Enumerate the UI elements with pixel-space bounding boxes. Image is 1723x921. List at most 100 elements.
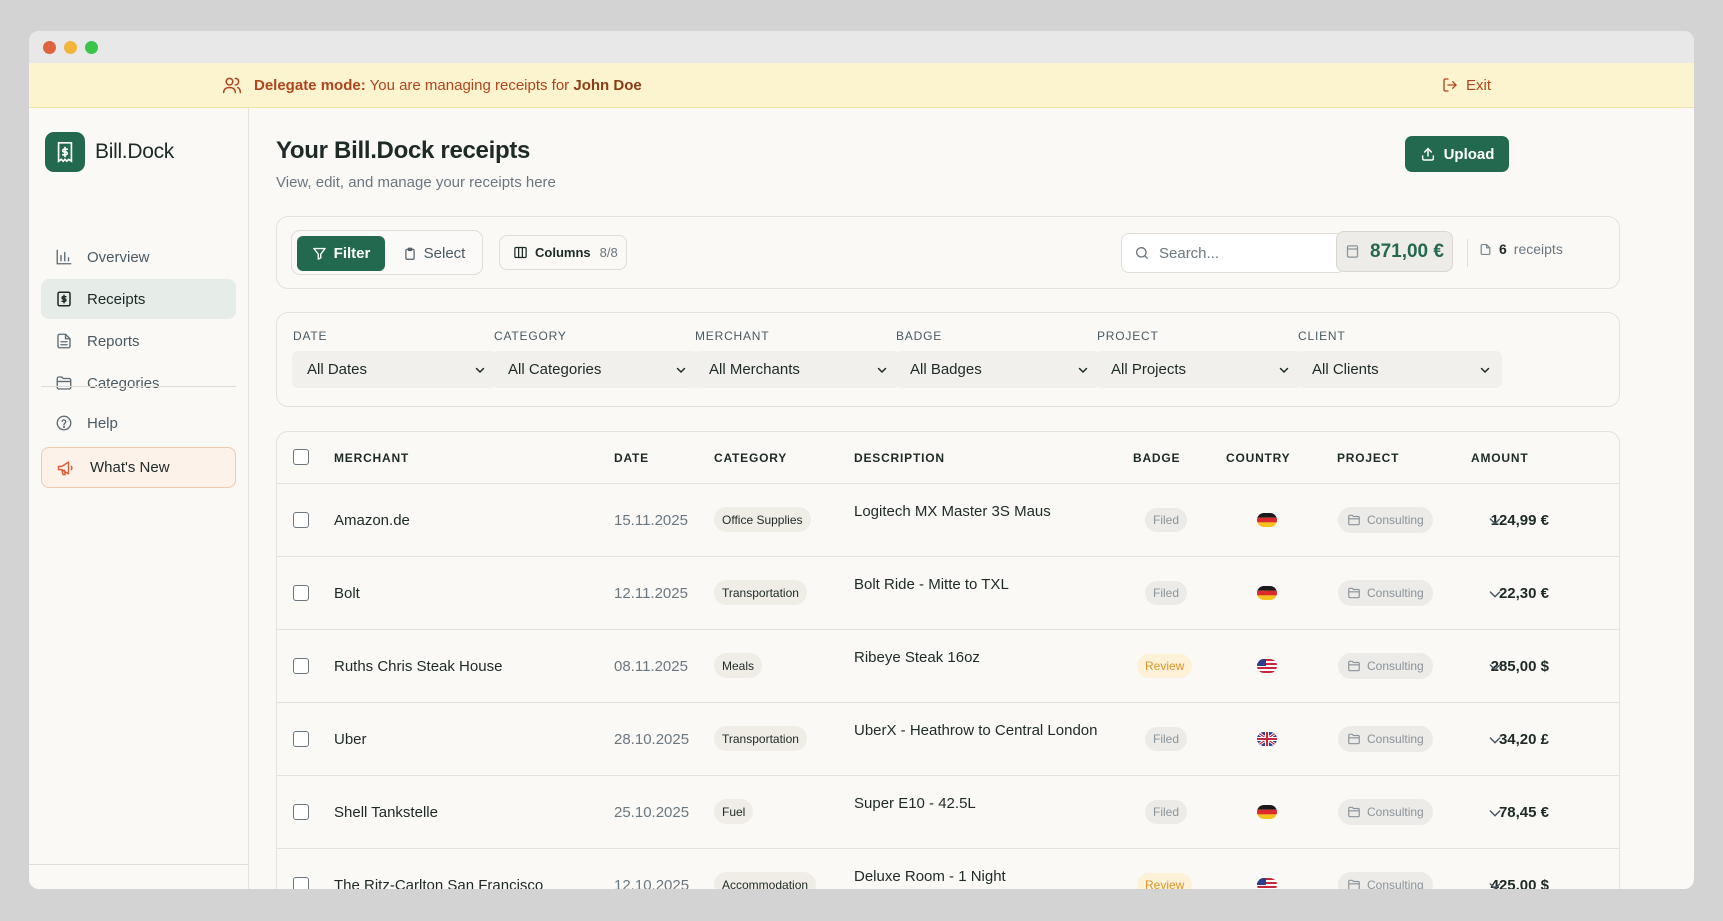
expand-row-chevron-icon[interactable] <box>1487 805 1503 821</box>
date-select-value: All Dates <box>307 361 368 378</box>
row-project: Consulting <box>1338 653 1433 679</box>
badge-select[interactable]: All Badges <box>895 351 1100 388</box>
flag-de-icon <box>1257 805 1277 819</box>
category-select-value: All Categories <box>508 361 602 378</box>
columns-button[interactable]: Columns 8/8 <box>499 235 627 270</box>
select-all-checkbox[interactable] <box>293 449 309 465</box>
row-merchant: Shell Tankstelle <box>334 804 438 821</box>
chevron-down-icon <box>1279 367 1289 373</box>
column-header-project[interactable]: PROJECT <box>1337 451 1399 465</box>
brand[interactable]: Bill.Dock <box>45 132 174 172</box>
maximize-window-button[interactable] <box>85 40 98 54</box>
flag-us-icon <box>1257 659 1277 673</box>
filter-panel: DATE All Dates CATEGORY All Categories M… <box>276 312 1620 407</box>
delegate-banner: Delegate mode: You are managing receipts… <box>29 63 1694 108</box>
expand-row-chevron-icon[interactable] <box>1487 732 1503 748</box>
row-checkbox[interactable] <box>293 731 309 747</box>
date-select[interactable]: All Dates <box>292 351 497 388</box>
project-select[interactable]: All Projects <box>1096 351 1301 388</box>
table-row[interactable]: Ruths Chris Steak House 08.11.2025 Meals… <box>277 630 1619 703</box>
column-header-country[interactable]: COUNTRY <box>1226 451 1291 465</box>
column-header-merchant[interactable]: MERCHANT <box>334 451 409 465</box>
select-label: Select <box>423 245 466 262</box>
table-row[interactable]: Bolt 12.11.2025 Transportation Bolt Ride… <box>277 557 1619 630</box>
category-select[interactable]: All Categories <box>493 351 698 388</box>
column-header-badge[interactable]: BADGE <box>1133 451 1180 465</box>
total-amount: 871,00 € <box>1336 231 1453 272</box>
flag-gb-icon <box>1257 732 1277 746</box>
receipts-table: MERCHANT DATE CATEGORY DESCRIPTION BADGE… <box>276 431 1620 889</box>
row-project-label: Consulting <box>1367 878 1424 889</box>
flag-de-icon <box>1257 513 1277 527</box>
row-project-label: Consulting <box>1367 586 1424 600</box>
folder-icon <box>1348 879 1360 889</box>
upload-button[interactable]: Upload <box>1405 136 1509 172</box>
expand-row-chevron-icon[interactable] <box>1487 513 1503 529</box>
filter-button[interactable]: Filter <box>297 236 385 271</box>
column-header-description[interactable]: DESCRIPTION <box>854 451 945 465</box>
column-header-amount[interactable]: AMOUNT <box>1471 451 1528 465</box>
filter-label: BADGE <box>896 329 943 343</box>
row-checkbox[interactable] <box>293 877 309 889</box>
sidebar-item-overview[interactable]: Overview <box>41 237 236 277</box>
table-row[interactable]: Uber 28.10.2025 Transportation UberX - H… <box>277 703 1619 776</box>
row-project-label: Consulting <box>1367 805 1424 819</box>
sidebar-item-receipts[interactable]: Receipts <box>41 279 236 319</box>
exit-delegate-button[interactable]: Exit <box>1442 77 1491 94</box>
client-select[interactable]: All Clients <box>1297 351 1502 388</box>
merchant-select[interactable]: All Merchants <box>694 351 899 388</box>
row-category: Office Supplies <box>714 507 811 532</box>
expand-row-chevron-icon[interactable] <box>1487 878 1503 889</box>
sidebar-item-help[interactable]: Help <box>41 403 236 443</box>
column-header-category[interactable]: CATEGORY <box>714 451 787 465</box>
sidebar-item-categories[interactable]: Categories <box>41 363 236 403</box>
row-date: 12.10.2025 <box>614 877 690 889</box>
file-icon <box>1480 243 1491 255</box>
filter-label: DATE <box>293 329 328 343</box>
row-date: 28.10.2025 <box>614 731 690 748</box>
row-checkbox[interactable] <box>293 512 309 528</box>
flag-us-icon <box>1257 878 1277 889</box>
filter-badge: BADGE All Badges <box>895 329 1100 388</box>
row-badge: Filed <box>1145 800 1188 824</box>
row-checkbox[interactable] <box>293 658 309 674</box>
row-project-label: Consulting <box>1367 659 1424 673</box>
page-subtitle: View, edit, and manage your receipts her… <box>276 174 556 191</box>
users-icon <box>222 77 242 94</box>
sidebar-item-reports[interactable]: Reports <box>41 321 236 361</box>
filter-label: CLIENT <box>1298 329 1346 343</box>
row-badge: Filed <box>1145 581 1188 605</box>
row-category: Fuel <box>714 799 754 824</box>
filter-label: Filter <box>333 245 371 262</box>
table-row[interactable]: The Ritz-Carlton San Francisco 12.10.202… <box>277 849 1619 889</box>
delegate-message: Delegate mode: You are managing receipts… <box>222 75 642 95</box>
minimize-window-button[interactable] <box>64 40 77 54</box>
megaphone-icon <box>57 460 73 475</box>
search-box[interactable] <box>1121 233 1345 273</box>
row-badge: Review <box>1137 873 1193 889</box>
chevron-down-icon <box>1480 367 1490 373</box>
close-window-button[interactable] <box>43 40 56 54</box>
window-titlebar <box>29 31 1694 63</box>
row-date: 25.10.2025 <box>614 804 690 821</box>
column-header-date[interactable]: DATE <box>614 451 649 465</box>
search-input[interactable] <box>1159 244 1329 262</box>
sidebar: Bill.Dock Overview Receipts Reports Cate… <box>29 108 249 889</box>
row-amount: 34,20 £ <box>1498 731 1549 748</box>
expand-row-chevron-icon[interactable] <box>1487 586 1503 602</box>
chevron-down-icon <box>475 367 485 373</box>
row-description: Ribeye Steak 16oz <box>854 649 980 666</box>
row-checkbox[interactable] <box>293 804 309 820</box>
expand-row-chevron-icon[interactable] <box>1487 659 1503 675</box>
select-button[interactable]: Select <box>392 236 476 271</box>
whats-new-button[interactable]: What's New <box>41 447 236 488</box>
receipt-icon <box>57 291 71 307</box>
row-amount: 78,45 € <box>1498 804 1549 821</box>
merchant-select-value: All Merchants <box>709 361 800 378</box>
table-row[interactable]: Amazon.de 15.11.2025 Office Supplies Log… <box>277 484 1619 557</box>
upload-icon <box>1421 147 1434 161</box>
table-row[interactable]: Shell Tankstelle 25.10.2025 Fuel Super E… <box>277 776 1619 849</box>
app-window: Delegate mode: You are managing receipts… <box>29 31 1694 889</box>
row-checkbox[interactable] <box>293 585 309 601</box>
receipt-count-label: receipts <box>1513 241 1563 257</box>
